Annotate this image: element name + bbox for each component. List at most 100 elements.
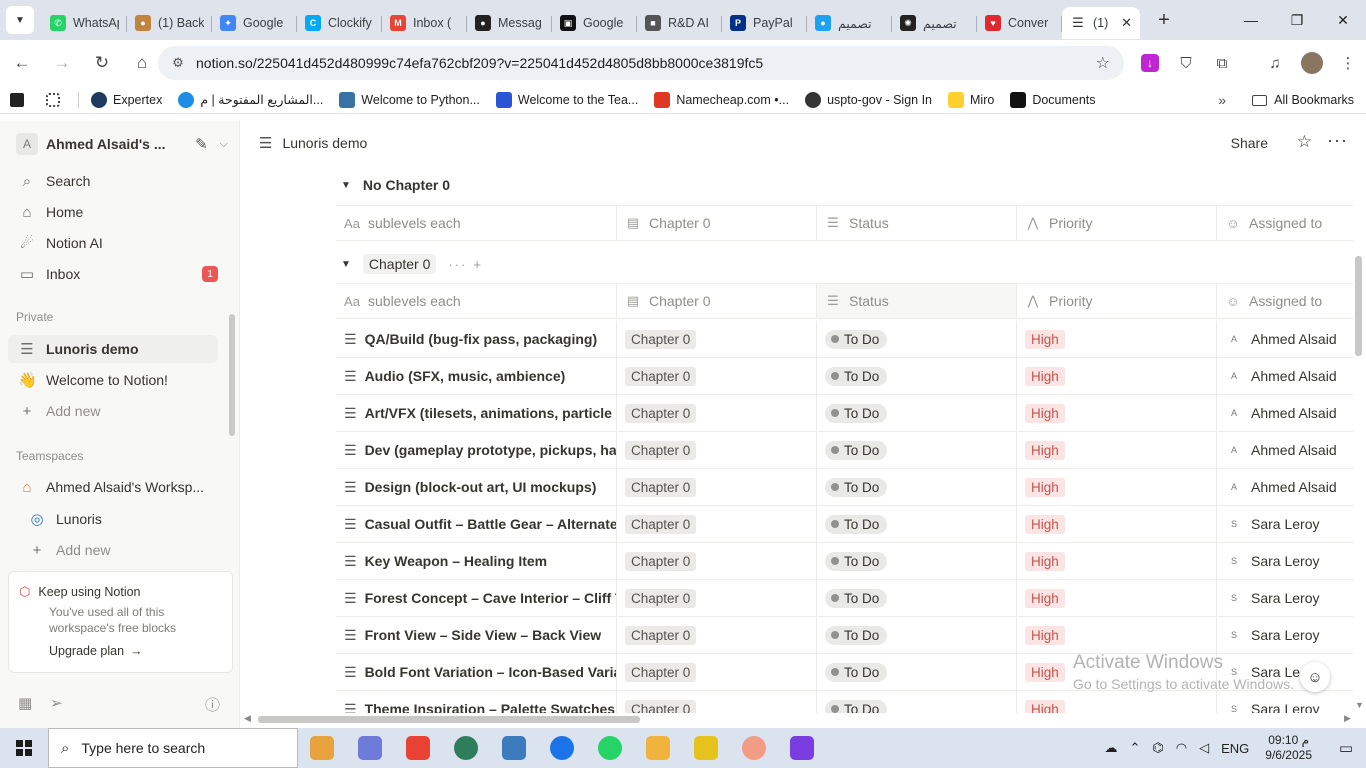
table-row[interactable]: ☰ QA/Build (bug-fix pass, packaging) Chapt…: [336, 321, 1353, 358]
browser-tab[interactable]: ● تصميم: [807, 7, 892, 39]
browser-tab[interactable]: ▣ Google: [552, 7, 637, 39]
extensions-puzzle-icon[interactable]: ⧉: [1208, 49, 1236, 77]
chapter-cell[interactable]: Chapter 0: [616, 580, 816, 616]
notifications-icon[interactable]: ▭: [1326, 739, 1366, 757]
sidebar-item-teamspace[interactable]: ⌂ Ahmed Alsaid's Worksp...: [8, 473, 218, 501]
assignee-cell[interactable]: A Ahmed Alsaid: [1216, 395, 1353, 431]
browser-tab-active[interactable]: ☰ (1) ✕: [1062, 7, 1140, 39]
assignee-cell[interactable]: A Ahmed Alsaid: [1216, 469, 1353, 505]
new-page-icon[interactable]: ✎: [195, 135, 208, 153]
browser-tab[interactable]: ✆ WhatsApp: [42, 7, 127, 39]
table-row[interactable]: ☰ Front View – Side View – Back View Chapt…: [336, 617, 1353, 654]
calendar-icon[interactable]: ▦: [18, 694, 32, 712]
favorite-star-icon[interactable]: ☆: [1297, 132, 1312, 152]
volume-icon[interactable]: ◁: [1199, 740, 1209, 756]
priority-cell[interactable]: High: [1016, 321, 1216, 357]
caret-down-icon[interactable]: ▼: [341, 259, 351, 270]
more-options-icon[interactable]: ···: [1327, 130, 1348, 151]
send-icon[interactable]: ➢: [50, 694, 63, 712]
caret-down-icon[interactable]: ▼: [341, 180, 351, 191]
bookmark-item[interactable]: Welcome to Python...: [331, 86, 488, 114]
workspace-switcher[interactable]: A Ahmed Alsaid's ... ✎ ⌵: [16, 133, 228, 155]
back-button[interactable]: ←: [4, 45, 40, 81]
browser-tab[interactable]: ● (1) Back: [127, 7, 212, 39]
wifi-icon[interactable]: ◠: [1176, 740, 1187, 756]
browser-tab[interactable]: ♥ Conver: [977, 7, 1062, 39]
browser-tab[interactable]: ✦ Google: [212, 7, 297, 39]
site-info-icon[interactable]: ⚙: [164, 55, 192, 71]
chapter-cell[interactable]: Chapter 0: [616, 543, 816, 579]
bookmark-item[interactable]: uspto-gov - Sign In: [797, 86, 940, 114]
chapter-cell[interactable]: Chapter 0: [616, 358, 816, 394]
browser-tab[interactable]: ■ R&D AI: [637, 7, 722, 39]
table-vertical-scrollbar[interactable]: [1355, 256, 1362, 356]
browser-tab[interactable]: P PayPal: [722, 7, 807, 39]
page-title[interactable]: Lunoris demo: [282, 135, 367, 151]
bookmark-item[interactable]: Welcome to the Tea...: [488, 86, 646, 114]
priority-cell[interactable]: High: [1016, 469, 1216, 505]
browser-tab[interactable]: M Inbox (: [382, 7, 467, 39]
close-window-button[interactable]: ✕: [1320, 0, 1366, 40]
taskbar-app-icon[interactable]: [778, 728, 826, 768]
bookmark-item[interactable]: Miro: [940, 86, 1002, 114]
bookmark-item[interactable]: المشاريع المفتوحة | م...: [170, 86, 331, 114]
priority-cell[interactable]: High: [1016, 358, 1216, 394]
table-row[interactable]: ☰ Casual Outfit – Battle Gear – Alternate…: [336, 506, 1353, 543]
sidebar-scrollbar[interactable]: [229, 314, 235, 436]
column-header[interactable]: ☰ Status: [816, 284, 1016, 318]
taskbar-app-icon[interactable]: [346, 728, 394, 768]
column-header[interactable]: ▤ Chapter 0: [616, 206, 816, 240]
start-button[interactable]: [0, 728, 48, 768]
task-name-cell[interactable]: ☰ Theme Inspiration – Palette Swatches: [336, 691, 616, 714]
task-name-cell[interactable]: ☰ Dev (gameplay prototype, pickups, hazar…: [336, 432, 616, 468]
chapter-cell[interactable]: Chapter 0: [616, 321, 816, 357]
bookmark-item[interactable]: [2, 86, 38, 114]
task-name-cell[interactable]: ☰ Key Weapon – Healing Item: [336, 543, 616, 579]
taskbar-app-icon[interactable]: [730, 728, 778, 768]
status-cell[interactable]: To Do: [816, 617, 1016, 653]
home-button[interactable]: ⌂: [124, 45, 160, 81]
sidebar-item-inbox[interactable]: ▭ Inbox 1: [8, 260, 218, 288]
taskbar-app-icon[interactable]: [490, 728, 538, 768]
group-chapter-0[interactable]: ▼ Chapter 0 ··· +: [341, 254, 483, 274]
minimize-button[interactable]: —: [1228, 0, 1274, 40]
all-bookmarks-button[interactable]: All Bookmarks: [1252, 86, 1354, 114]
column-header[interactable]: Aa sublevels each: [336, 284, 616, 318]
table-row[interactable]: ☰ Audio (SFX, music, ambience) Chapter 0 To…: [336, 358, 1353, 395]
status-cell[interactable]: To Do: [816, 432, 1016, 468]
chevron-up-icon[interactable]: ⌃: [1130, 740, 1141, 756]
assignee-cell[interactable]: A Ahmed Alsaid: [1216, 432, 1353, 468]
upgrade-plan-link[interactable]: Upgrade plan →: [49, 644, 222, 658]
chapter-cell[interactable]: Chapter 0: [616, 432, 816, 468]
profile-avatar[interactable]: [1298, 49, 1326, 77]
column-header[interactable]: ☺ Assigned to: [1216, 206, 1353, 240]
more-bookmarks-button[interactable]: »: [1218, 86, 1226, 114]
status-cell[interactable]: To Do: [816, 580, 1016, 616]
task-name-cell[interactable]: ☰ Design (block-out art, UI mockups): [336, 469, 616, 505]
taskbar-search[interactable]: ⌕ Type here to search: [48, 728, 298, 768]
column-header[interactable]: ⋀ Priority: [1016, 284, 1216, 318]
browser-tab[interactable]: ✺ تصميم: [892, 7, 977, 39]
bookmark-star-icon[interactable]: ☆: [1096, 53, 1110, 73]
status-cell[interactable]: To Do: [816, 469, 1016, 505]
table-row[interactable]: ☰ Art/VFX (tilesets, animations, particle…: [336, 395, 1353, 432]
bookmark-item[interactable]: Documents: [1002, 86, 1103, 114]
sidebar-item-home[interactable]: ⌂ Home: [8, 198, 218, 226]
chapter-cell[interactable]: Chapter 0: [616, 506, 816, 542]
task-name-cell[interactable]: ☰ Bold Font Variation – Icon-Based Variat…: [336, 654, 616, 690]
task-name-cell[interactable]: ☰ Front View – Side View – Back View: [336, 617, 616, 653]
shield-extension-icon[interactable]: ⛉: [1172, 49, 1200, 77]
taskbar-app-icon[interactable]: [298, 728, 346, 768]
download-extension-icon[interactable]: ↓: [1136, 49, 1164, 77]
browser-tab[interactable]: C Clockify: [297, 7, 382, 39]
priority-cell[interactable]: High: [1016, 506, 1216, 542]
priority-cell[interactable]: High: [1016, 395, 1216, 431]
bookmark-item[interactable]: [38, 86, 74, 114]
assignee-cell[interactable]: S Sara Leroy: [1216, 543, 1353, 579]
taskbar-app-icon[interactable]: [538, 728, 586, 768]
taskbar-app-icon[interactable]: [394, 728, 442, 768]
status-cell[interactable]: To Do: [816, 321, 1016, 357]
chapter-cell[interactable]: Chapter 0: [616, 617, 816, 653]
assignee-cell[interactable]: S Sara Leroy: [1216, 617, 1353, 653]
sidebar-page-item[interactable]: ☰ Lunoris demo: [8, 335, 218, 363]
